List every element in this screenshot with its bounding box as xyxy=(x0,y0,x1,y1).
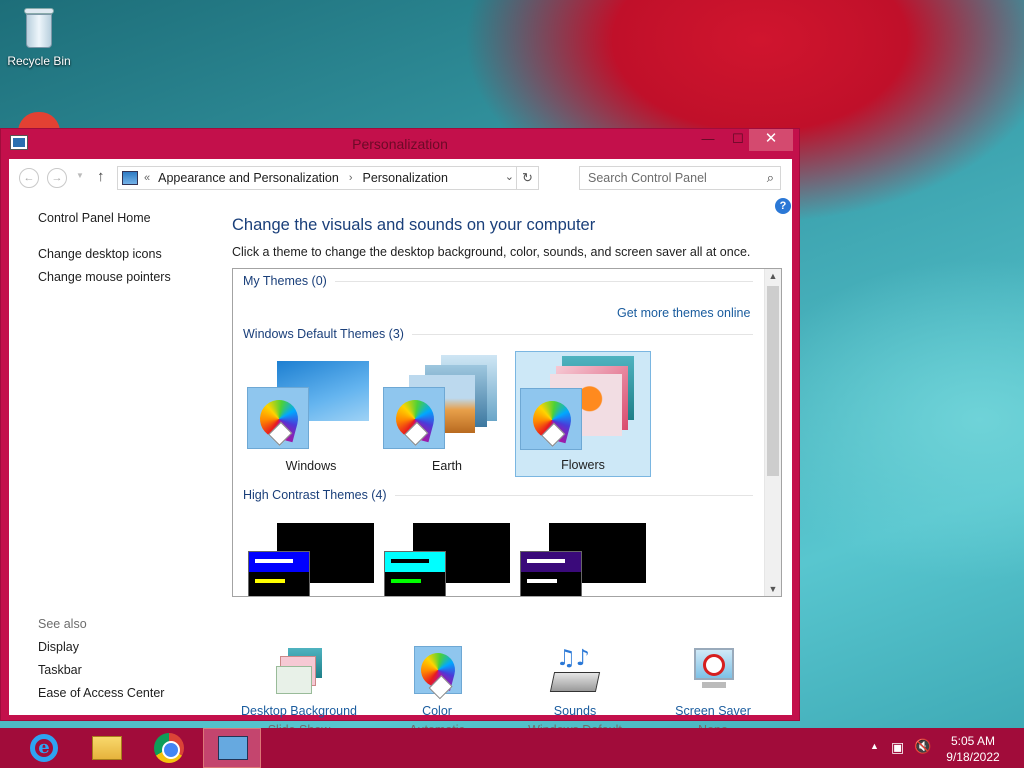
control-panel-icon xyxy=(218,736,248,760)
taskbar-chrome[interactable] xyxy=(140,728,198,768)
folder-icon xyxy=(92,736,122,760)
address-dropdown-icon[interactable]: ⌄ xyxy=(505,170,514,183)
default-themes-heading-text: Windows Default Themes (3) xyxy=(243,327,404,341)
setting-label: Sounds xyxy=(553,704,597,718)
search-placeholder: Search Control Panel xyxy=(588,171,707,185)
internet-explorer-icon: e xyxy=(30,734,58,762)
get-more-themes-link[interactable]: Get more themes online xyxy=(617,306,750,320)
refresh-icon[interactable]: ↻ xyxy=(516,167,538,189)
my-themes-heading-text: My Themes (0) xyxy=(243,274,327,288)
personalization-window: Personalization — ☐ ✕ ← → ▼ ↑ « Appearan… xyxy=(0,128,800,737)
theme-windows[interactable]: Windows xyxy=(243,351,379,477)
color-fan-icon xyxy=(528,396,576,444)
close-button[interactable]: ✕ xyxy=(749,129,793,151)
recycle-bin-label: Recycle Bin xyxy=(7,54,71,68)
network-icon[interactable]: ▣ xyxy=(891,739,904,756)
page-title: Change the visuals and sounds on your co… xyxy=(232,216,596,234)
hc3-line2 xyxy=(527,579,557,583)
setting-label: Desktop Background xyxy=(240,704,358,718)
hc3-window xyxy=(520,551,582,596)
ease-of-access-link[interactable]: Ease of Access Center xyxy=(38,686,164,700)
search-input[interactable]: Search Control Panel ⌕ xyxy=(579,166,781,190)
forward-arrow-icon[interactable]: → xyxy=(47,168,67,188)
theme-high-contrast-3[interactable] xyxy=(515,515,651,596)
desktop-background-setting[interactable]: Desktop Background Slide Show xyxy=(224,646,374,737)
recycle-bin-desktop-icon[interactable]: Recycle Bin xyxy=(6,6,72,68)
taskbar-file-explorer[interactable] xyxy=(78,728,136,768)
breadcrumb-personalization[interactable]: Personalization xyxy=(362,171,447,185)
hc2-line2 xyxy=(391,579,421,583)
change-mouse-pointers-link[interactable]: Change mouse pointers xyxy=(38,270,171,284)
hc2-line1 xyxy=(391,559,429,563)
hc1-line1 xyxy=(255,559,293,563)
high-contrast-heading: High Contrast Themes (4) xyxy=(243,488,753,502)
hc1-line2 xyxy=(255,579,285,583)
recycle-bin-icon xyxy=(22,6,56,50)
taskbar: e ▲ ▣ 🔇 5:05 AM 9/18/2022 xyxy=(0,728,1024,768)
control-panel-icon xyxy=(122,171,138,185)
control-panel-home-link[interactable]: Control Panel Home xyxy=(38,211,151,225)
color-icon xyxy=(412,646,462,696)
color-fan-icon xyxy=(255,395,303,443)
setting-label: Color xyxy=(422,704,452,718)
scroll-thumb[interactable] xyxy=(767,286,779,476)
theme-name: Flowers xyxy=(561,458,605,472)
sounds-icon: ♫♪ xyxy=(549,646,601,696)
clock[interactable]: 5:05 AM 9/18/2022 xyxy=(940,733,1006,765)
chrome-icon xyxy=(154,733,184,763)
volume-muted-icon[interactable]: 🔇 xyxy=(914,738,931,755)
default-themes-heading: Windows Default Themes (3) xyxy=(243,327,753,341)
clock-date: 9/18/2022 xyxy=(946,750,1000,764)
show-hidden-icons-chevron-icon[interactable]: ▲ xyxy=(870,741,879,751)
my-themes-heading: My Themes (0) xyxy=(243,274,753,288)
help-icon[interactable]: ? xyxy=(775,198,791,214)
theme-flowers[interactable]: Flowers xyxy=(515,351,651,477)
scroll-down-icon[interactable]: ▼ xyxy=(765,584,781,594)
themes-list[interactable]: My Themes (0) Get more themes online Win… xyxy=(232,268,782,597)
page-description: Click a theme to change the desktop back… xyxy=(232,245,751,259)
setting-label: Screen Saver xyxy=(675,704,751,718)
window-client-area: ← → ▼ ↑ « Appearance and Personalization… xyxy=(9,159,792,737)
screen-saver-icon xyxy=(688,646,738,696)
theme-earth[interactable]: Earth xyxy=(379,351,515,477)
flowers-color-swatch xyxy=(520,388,582,450)
up-arrow-icon[interactable]: ↑ xyxy=(97,168,105,185)
display-link[interactable]: Display xyxy=(38,640,79,654)
windows-color-swatch xyxy=(247,387,309,449)
sounds-setting[interactable]: ♫♪ Sounds Windows Default xyxy=(500,646,650,737)
back-arrow-icon[interactable]: ← xyxy=(19,168,39,188)
hc1-window xyxy=(248,551,310,596)
taskbar-control-panel[interactable] xyxy=(203,728,261,768)
search-icon[interactable]: ⌕ xyxy=(767,170,774,186)
hc3-line1 xyxy=(527,559,565,563)
taskbar-link[interactable]: Taskbar xyxy=(38,663,82,677)
color-setting[interactable]: Color Automatic xyxy=(362,646,512,737)
theme-name: Earth xyxy=(432,459,462,473)
navigation-bar: ← → ▼ ↑ « Appearance and Personalization… xyxy=(9,159,792,197)
color-fan-icon xyxy=(391,395,439,443)
theme-name: Windows xyxy=(285,459,337,473)
clock-time: 5:05 AM xyxy=(950,734,996,748)
breadcrumb-overflow[interactable]: « xyxy=(144,172,150,184)
theme-high-contrast-1[interactable] xyxy=(243,515,379,596)
minimize-button[interactable]: — xyxy=(693,129,723,151)
themes-scrollbar[interactable]: ▲ ▼ xyxy=(764,269,781,596)
desktop-background-icon xyxy=(274,646,324,696)
change-desktop-icons-link[interactable]: Change desktop icons xyxy=(38,247,162,261)
scroll-up-icon[interactable]: ▲ xyxy=(765,271,781,281)
theme-high-contrast-2[interactable] xyxy=(379,515,515,596)
recent-pages-chevron-icon[interactable]: ▼ xyxy=(76,171,84,180)
theme-settings-bar: Desktop Background Slide Show Color Auto… xyxy=(239,646,759,737)
hc2-window xyxy=(384,551,446,596)
breadcrumb-separator[interactable]: › xyxy=(349,172,353,184)
see-also-heading: See also xyxy=(38,617,87,631)
earth-color-swatch xyxy=(383,387,445,449)
screen-saver-setting[interactable]: Screen Saver None xyxy=(638,646,788,737)
taskbar-internet-explorer[interactable]: e xyxy=(16,728,74,768)
breadcrumb-appearance[interactable]: Appearance and Personalization xyxy=(158,171,339,185)
window-title: Personalization xyxy=(352,136,448,152)
title-bar[interactable]: Personalization — ☐ ✕ xyxy=(1,129,799,159)
high-contrast-heading-text: High Contrast Themes (4) xyxy=(243,488,387,502)
address-bar[interactable]: « Appearance and Personalization › Perso… xyxy=(117,166,539,190)
